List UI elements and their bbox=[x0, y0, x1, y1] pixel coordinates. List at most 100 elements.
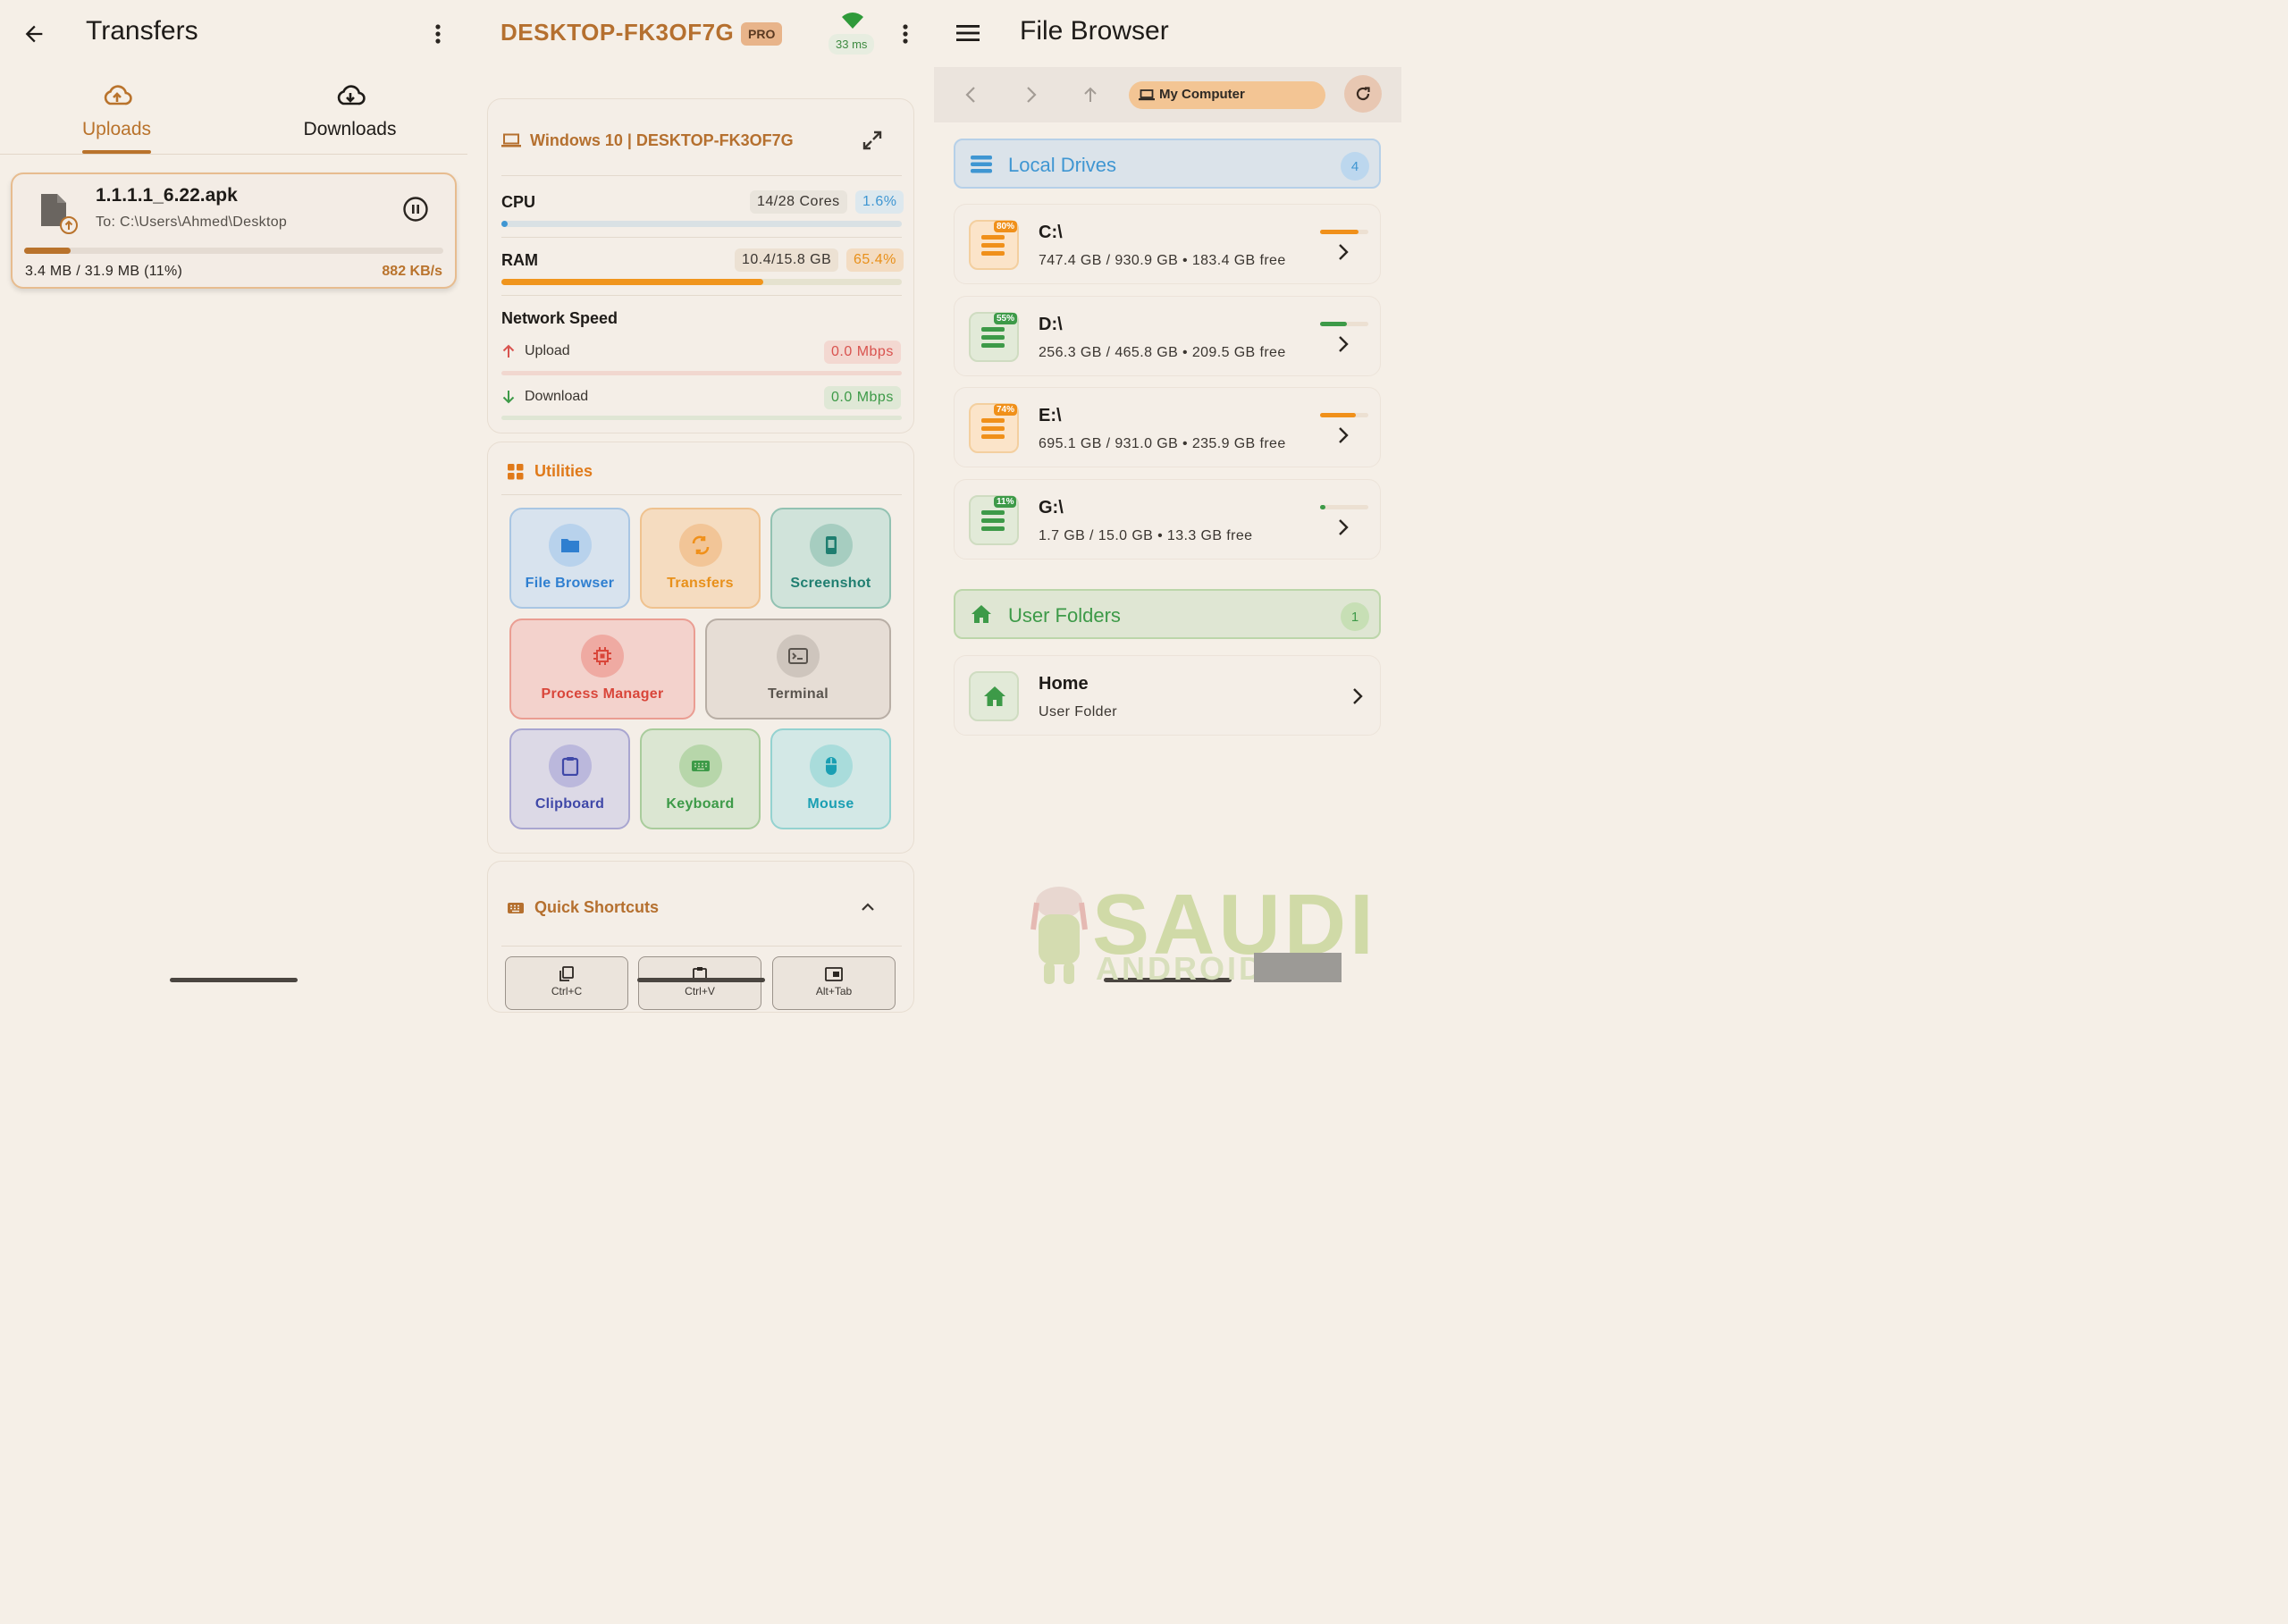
drive-item[interactable]: 55% D:\ 256.3 GB / 465.8 GB • 209.5 GB fre… bbox=[954, 296, 1381, 376]
local-drives-count: 4 bbox=[1341, 152, 1369, 181]
drive-item[interactable]: 74% E:\ 695.1 GB / 931.0 GB • 235.9 GB fre… bbox=[954, 387, 1381, 467]
clipboard-icon bbox=[548, 745, 592, 787]
back-arrow-icon[interactable] bbox=[21, 21, 46, 46]
watermark-android: ANDROID bbox=[1096, 950, 1265, 987]
more-vert-icon[interactable] bbox=[427, 21, 449, 46]
drive-info: 256.3 GB / 465.8 GB • 209.5 GB free bbox=[1039, 345, 1286, 360]
ram-usage-chip: 10.4/15.8 GB bbox=[735, 248, 839, 272]
folder-name: Home bbox=[1039, 674, 1089, 694]
home-folder-icon bbox=[969, 671, 1019, 721]
download-bar bbox=[501, 416, 902, 420]
cpu-percent-chip: 1.6% bbox=[855, 190, 904, 214]
chevron-right-icon bbox=[1351, 686, 1364, 706]
drive-icon: 80% bbox=[969, 220, 1019, 270]
window-switch-icon bbox=[825, 966, 843, 982]
transfer-progress-text: 3.4 MB / 31.9 MB (11%) bbox=[25, 264, 183, 279]
divider bbox=[501, 175, 902, 176]
home-icon bbox=[971, 604, 992, 624]
device-more-vert-icon[interactable] bbox=[895, 21, 916, 46]
ram-percent-chip: 65.4% bbox=[846, 248, 904, 272]
cloud-upload-icon bbox=[102, 84, 132, 107]
divider bbox=[501, 946, 902, 947]
laptop-icon bbox=[501, 133, 521, 147]
chevron-up-icon[interactable] bbox=[860, 901, 876, 913]
page-title: Transfers bbox=[86, 16, 198, 46]
ram-bar-fill bbox=[501, 279, 763, 285]
location-chip[interactable]: My Computer bbox=[1129, 81, 1325, 109]
drive-usage-bar bbox=[1320, 505, 1368, 509]
page-title: File Browser bbox=[1020, 16, 1169, 46]
drive-item[interactable]: 80% C:\ 747.4 GB / 930.9 GB • 183.4 GB fre… bbox=[954, 204, 1381, 284]
network-speed-title: Network Speed bbox=[501, 309, 618, 327]
terminal-icon bbox=[777, 635, 820, 677]
chevron-right-icon bbox=[1337, 334, 1350, 354]
drive-item[interactable]: 11% G:\ 1.7 GB / 15.0 GB • 13.3 GB free bbox=[954, 479, 1381, 560]
cpu-bar bbox=[501, 221, 902, 227]
chip-icon bbox=[581, 635, 624, 677]
shortcut-copy-button[interactable]: Ctrl+C bbox=[505, 956, 628, 1010]
chevron-right-icon bbox=[1337, 242, 1350, 262]
menu-icon[interactable] bbox=[956, 23, 980, 43]
pause-icon[interactable] bbox=[402, 196, 429, 223]
chevron-right-icon bbox=[1337, 425, 1350, 445]
drive-usage-bar bbox=[1320, 230, 1368, 234]
file-upload-icon bbox=[38, 192, 82, 237]
drive-usage-fill bbox=[1320, 322, 1347, 326]
shortcut-paste-button[interactable]: Ctrl+V bbox=[638, 956, 761, 1010]
nav-up-icon[interactable] bbox=[1082, 86, 1098, 104]
refresh-button[interactable] bbox=[1344, 75, 1382, 113]
utility-label: Terminal bbox=[768, 686, 829, 702]
divider bbox=[501, 295, 902, 296]
download-label: Download bbox=[525, 389, 589, 404]
drive-info: 695.1 GB / 931.0 GB • 235.9 GB free bbox=[1039, 436, 1286, 451]
drive-name: G:\ bbox=[1039, 498, 1064, 517]
expand-icon[interactable] bbox=[862, 130, 883, 151]
drive-usage-fill bbox=[1320, 230, 1359, 234]
mouse-icon bbox=[809, 745, 853, 787]
tab-uploads[interactable]: Uploads bbox=[0, 80, 233, 154]
ram-label: RAM bbox=[501, 251, 538, 269]
transfer-destination: To: C:\Users\Ahmed\Desktop bbox=[96, 215, 288, 230]
watermark-overlay-box bbox=[1254, 953, 1342, 982]
drive-info: 1.7 GB / 15.0 GB • 13.3 GB free bbox=[1039, 528, 1253, 543]
location-label: My Computer bbox=[1159, 87, 1245, 102]
folder-subtitle: User Folder bbox=[1039, 704, 1117, 719]
shortcut-label: Alt+Tab bbox=[815, 985, 853, 997]
utility-keyboard[interactable]: Keyboard bbox=[640, 728, 761, 829]
local-drives-header[interactable]: Local Drives 4 bbox=[954, 139, 1381, 189]
folder-item-home[interactable]: Home User Folder bbox=[954, 655, 1381, 736]
divider bbox=[501, 494, 902, 495]
drive-icon: 74% bbox=[969, 403, 1019, 453]
drive-icon: 55% bbox=[969, 312, 1019, 362]
user-folders-header[interactable]: User Folders 1 bbox=[954, 589, 1381, 639]
shortcut-alt-tab-button[interactable]: Alt+Tab bbox=[772, 956, 896, 1010]
drive-usage-bar bbox=[1320, 413, 1368, 417]
utility-clipboard[interactable]: Clipboard bbox=[509, 728, 630, 829]
download-speed-chip: 0.0 Mbps bbox=[824, 386, 901, 409]
cloud-download-icon bbox=[335, 84, 366, 107]
utility-label: Screenshot bbox=[790, 576, 871, 591]
utility-mouse[interactable]: Mouse bbox=[770, 728, 891, 829]
nav-back-icon[interactable] bbox=[964, 85, 977, 105]
utility-screenshot[interactable]: Screenshot bbox=[770, 508, 891, 609]
utility-process-manager[interactable]: Process Manager bbox=[509, 618, 695, 719]
upload-bar bbox=[501, 371, 902, 375]
grid-icon bbox=[508, 464, 524, 480]
tab-downloads[interactable]: Downloads bbox=[233, 80, 467, 154]
utility-terminal[interactable]: Terminal bbox=[705, 618, 891, 719]
utility-file-browser[interactable]: File Browser bbox=[509, 508, 630, 609]
copy-icon bbox=[559, 966, 575, 982]
upload-label: Upload bbox=[525, 343, 570, 358]
utility-label: Transfers bbox=[667, 576, 734, 591]
drive-usage-badge: 55% bbox=[994, 313, 1018, 324]
nav-forward-icon[interactable] bbox=[1025, 85, 1038, 105]
utility-label: Clipboard bbox=[534, 796, 605, 812]
folder-icon bbox=[548, 524, 592, 567]
transfer-item-card[interactable]: 1.1.1.1_6.22.apk To: C:\Users\Ahmed\Desk… bbox=[11, 172, 457, 289]
drive-name: E:\ bbox=[1039, 406, 1062, 425]
device-name: DESKTOP-FK3OF7G bbox=[500, 19, 735, 46]
drive-name: C:\ bbox=[1039, 223, 1063, 242]
keyboard-icon bbox=[678, 745, 722, 787]
utility-transfers[interactable]: Transfers bbox=[640, 508, 761, 609]
utility-label: Keyboard bbox=[666, 796, 735, 812]
